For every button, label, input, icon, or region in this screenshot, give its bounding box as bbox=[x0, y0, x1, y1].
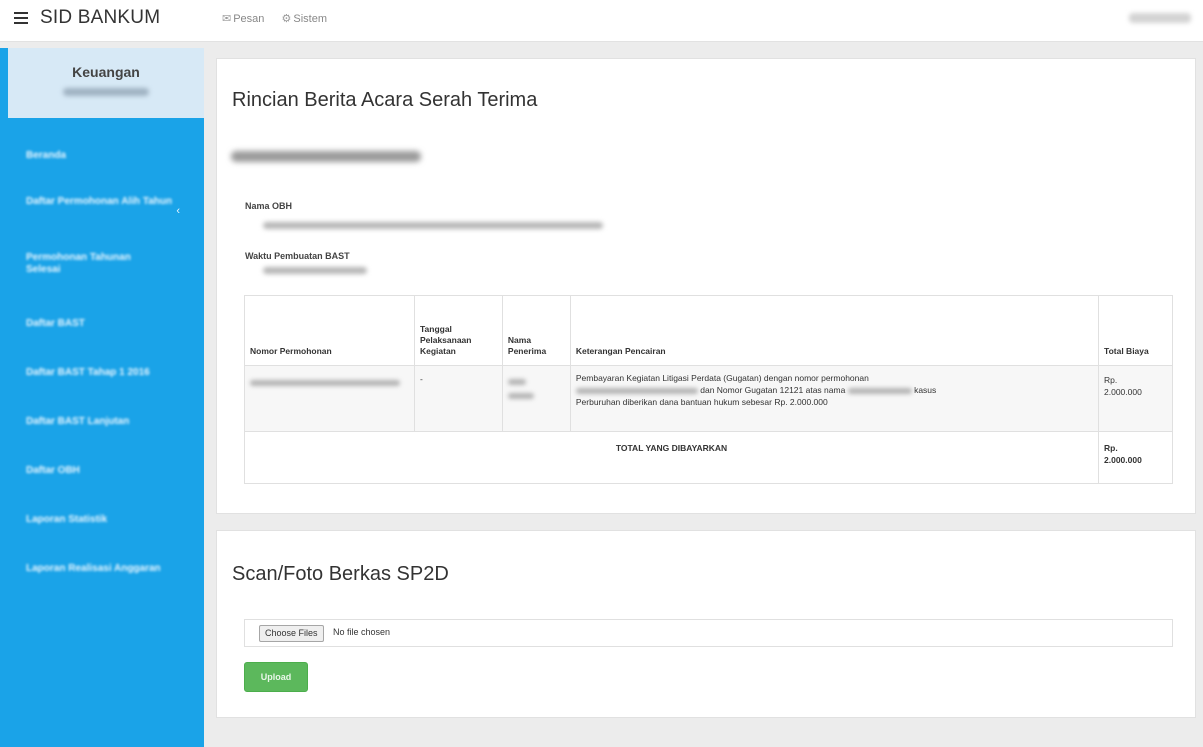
col-keterangan-pencairan: Keterangan Pencairan bbox=[569, 295, 1100, 366]
sidebar-item-permohonan-tahunan-selesai[interactable]: Permohonan Tahunan Selesai bbox=[8, 252, 168, 276]
upload-panel: Scan/Foto Berkas SP2D Choose Files No fi… bbox=[216, 530, 1196, 718]
sidebar-item-daftar-bast-lanjutan[interactable]: Daftar BAST Lanjutan bbox=[8, 416, 204, 428]
sidebar-item-daftar-bast[interactable]: Daftar BAST bbox=[8, 318, 109, 330]
sidebar-header: Keuangan bbox=[8, 48, 204, 118]
total-label: TOTAL YANG DIBAYARKAN bbox=[243, 431, 1100, 484]
cell-keterangan: Pembayaran Kegiatan Litigasi Perdata (Gu… bbox=[569, 365, 1100, 432]
sidebar-item-daftar-obh[interactable]: Daftar OBH bbox=[8, 465, 104, 477]
cell-tanggal: - bbox=[413, 365, 503, 432]
total-value: Rp. 2.000.000 bbox=[1098, 431, 1173, 484]
cell-nomor-permohonan bbox=[244, 365, 415, 432]
redacted-value bbox=[575, 387, 698, 394]
col-total-biaya: Total Biaya bbox=[1098, 295, 1173, 366]
table-row: - Pembayaran Kegiatan Litigasi Perdata (… bbox=[244, 365, 1173, 432]
cell-nama-penerima bbox=[501, 365, 571, 432]
upload-heading: Scan/Foto Berkas SP2D bbox=[232, 563, 449, 585]
bast-table: Nomor Permohonan Tanggal Pelaksanaan Keg… bbox=[243, 295, 1173, 484]
sidebar-title: Keuangan bbox=[72, 64, 140, 80]
user-menu-redacted[interactable] bbox=[1129, 13, 1191, 23]
choose-files-button[interactable]: Choose Files bbox=[259, 625, 324, 642]
nav-sistem[interactable]: ⚙ Sistem bbox=[281, 12, 327, 25]
sidebar: Keuangan Beranda Daftar Permohonan Alih … bbox=[0, 48, 204, 747]
table-total-row: TOTAL YANG DIBAYARKAN Rp. 2.000.000 bbox=[243, 431, 1173, 484]
waktu-pembuatan-label: Waktu Pembuatan BAST bbox=[245, 251, 350, 261]
envelope-icon: ✉ bbox=[222, 13, 232, 25]
page-title: Rincian Berita Acara Serah Terima bbox=[232, 89, 538, 111]
col-tanggal-pelaksanaan: Tanggal Pelaksanaan Kegiatan bbox=[413, 295, 503, 366]
redacted-value bbox=[847, 387, 912, 394]
bast-number-redacted bbox=[231, 151, 421, 162]
sidebar-item-laporan-realisasi-anggaran[interactable]: Laporan Realisasi Anggaran bbox=[8, 563, 204, 575]
sidebar-user-redacted bbox=[63, 88, 149, 96]
chevron-left-icon: ‹ bbox=[176, 205, 180, 217]
redacted-value bbox=[250, 379, 400, 386]
waktu-pembuatan-value-redacted bbox=[263, 267, 367, 274]
redacted-value bbox=[507, 392, 534, 399]
sidebar-item-daftar-permohonan-alih-tahun[interactable]: Daftar Permohonan Alih Tahun ‹ bbox=[8, 196, 204, 217]
table-header-row: Nomor Permohonan Tanggal Pelaksanaan Keg… bbox=[244, 295, 1173, 366]
sidebar-item-beranda[interactable]: Beranda bbox=[8, 150, 90, 162]
hamburger-menu-icon[interactable] bbox=[14, 12, 28, 24]
col-nomor-permohonan: Nomor Permohonan bbox=[244, 295, 415, 366]
nama-obh-value-redacted bbox=[263, 222, 603, 229]
nama-obh-label: Nama OBH bbox=[245, 201, 293, 211]
cogs-icon: ⚙ bbox=[281, 13, 292, 25]
file-status: No file chosen bbox=[333, 627, 391, 637]
top-navbar: SID BANKUM ✉ Pesan ⚙ Sistem bbox=[0, 0, 1203, 42]
sidebar-item-daftar-bast-tahap-1-2016[interactable]: Daftar BAST Tahap 1 2016 bbox=[8, 367, 204, 379]
redacted-value bbox=[507, 378, 526, 385]
cell-total-biaya: Rp. 2.000.000 bbox=[1098, 365, 1173, 432]
top-nav-links: ✉ Pesan ⚙ Sistem bbox=[222, 12, 341, 25]
bast-detail-panel: Rincian Berita Acara Serah Terima Nama O… bbox=[216, 58, 1196, 514]
col-nama-penerima: Nama Penerima bbox=[501, 295, 571, 366]
sidebar-item-laporan-statistik[interactable]: Laporan Statistik bbox=[8, 514, 204, 526]
nav-pesan[interactable]: ✉ Pesan bbox=[222, 12, 264, 25]
app-brand[interactable]: SID BANKUM bbox=[40, 7, 160, 29]
file-input[interactable]: Choose Files No file chosen bbox=[244, 619, 1173, 647]
upload-button[interactable]: Upload bbox=[244, 662, 308, 692]
